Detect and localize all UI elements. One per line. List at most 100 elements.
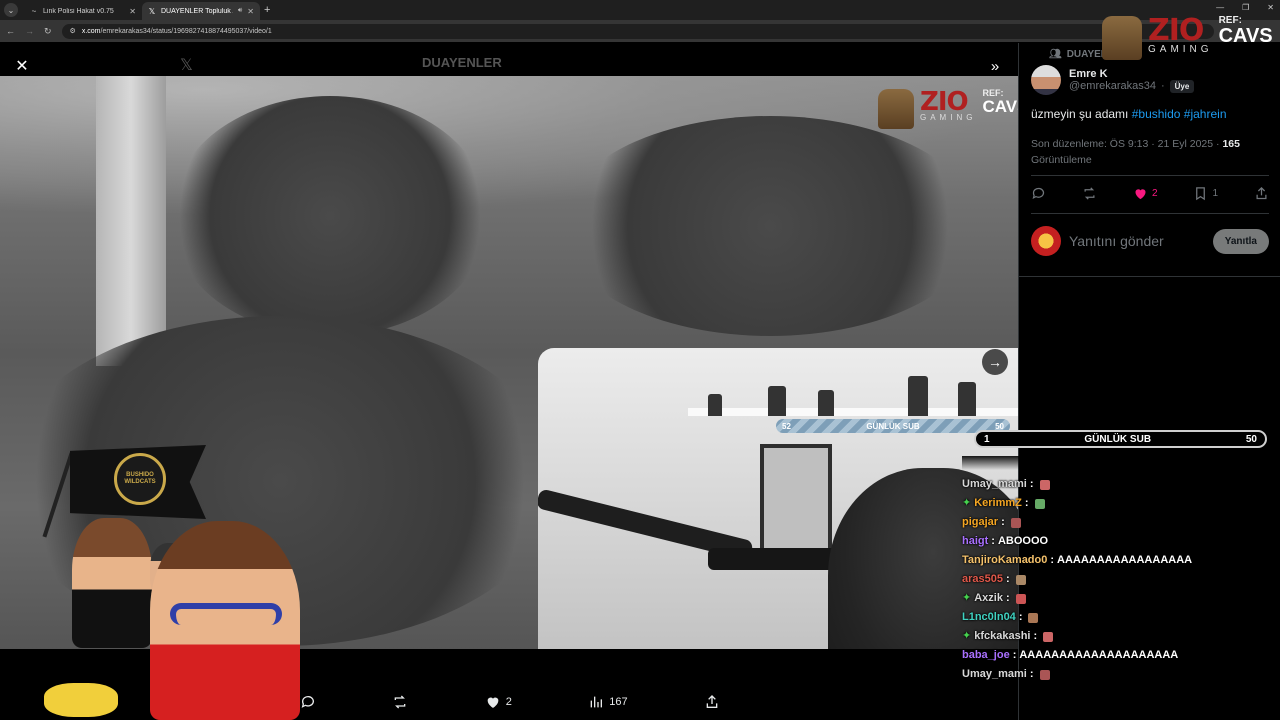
chat-username: TanjiroKamado0	[962, 554, 1048, 566]
chevron-double-right-icon: »	[990, 57, 1000, 75]
edited-label[interactable]: Son düzenleme: ÖS 9:13 · 21 Eyl 2025 ·	[1031, 138, 1222, 150]
chat-emote-icon	[1010, 517, 1021, 528]
reply-icon	[301, 696, 314, 708]
like-button[interactable]: 2	[485, 694, 512, 710]
heart-icon	[1135, 189, 1146, 200]
chat-username: aras505	[962, 573, 1003, 585]
reload-icon[interactable]: ↻	[44, 26, 52, 37]
ref-box: REF: CAVS	[982, 89, 1018, 116]
shelf	[688, 376, 1018, 416]
forward-icon[interactable]: →	[25, 26, 34, 36]
screen: ⌄ ~ Link Polisi Hakat v0.75 ✕ 𝕏 DUAYENLE…	[0, 0, 1280, 720]
chat-message: Umay_mami:	[962, 475, 1280, 494]
site-info-icon[interactable]: ⚙	[70, 27, 76, 35]
chat-username: kfckakashi	[974, 630, 1031, 642]
headset	[170, 603, 282, 625]
author-name[interactable]: Emre K	[1069, 68, 1194, 80]
like-count: 2	[1151, 188, 1158, 199]
media-actions: 2 167	[300, 687, 720, 717]
chat-message: aras505:	[962, 570, 1280, 589]
chat-colon: :	[1005, 592, 1010, 604]
views-label: Görüntüleme	[1031, 154, 1092, 166]
hashtag-link[interactable]: #bushido	[1132, 107, 1181, 121]
close-window-icon[interactable]: ✕	[1267, 3, 1274, 12]
cartoon-avatar	[72, 518, 152, 648]
maximize-icon[interactable]: ❐	[1242, 3, 1249, 12]
chat-message: TanjiroKamado0: AAAAAAAAAAAAAAAAA	[962, 551, 1280, 570]
chat-username: Umay_mami	[962, 668, 1027, 680]
divider	[1019, 276, 1280, 277]
tab-2[interactable]: 𝕏 DUAYENLER Topluluk / X 🔊︎ ✕	[142, 2, 260, 20]
chat-emote-icon	[1039, 479, 1050, 490]
repost-button[interactable]	[392, 694, 408, 710]
views-count: 165	[1222, 138, 1240, 150]
new-tab-button[interactable]: +	[264, 4, 270, 16]
reply-button[interactable]	[1031, 186, 1046, 201]
chat-emote-icon	[1015, 574, 1026, 585]
close-media-button[interactable]: ✕	[8, 52, 36, 80]
close-tab-icon[interactable]: ✕	[247, 7, 254, 16]
expand-panel-button[interactable]: »	[981, 52, 1009, 80]
share-button[interactable]	[1254, 186, 1269, 201]
logo-brand: ZIO	[920, 87, 969, 117]
bookmark-count: 1	[1212, 188, 1219, 199]
chat-message: ✦ KerimmZ:	[962, 494, 1280, 513]
hashtag-link[interactable]: #jahrein	[1184, 107, 1227, 121]
chat-colon: :	[1029, 668, 1034, 680]
reply-icon	[1032, 187, 1045, 200]
speaker-icon[interactable]: 🔊︎	[238, 7, 242, 15]
chat-text: AAAAAAAAAAAAAAAAAAAA	[1019, 649, 1179, 661]
sparkle-badge-icon: ✦	[962, 592, 972, 604]
sub-left: 1	[984, 433, 990, 445]
views-button[interactable]: 167	[588, 694, 628, 710]
url-path: /emrekarakas34/status/196982741887449503…	[100, 27, 272, 35]
webcam-feed	[538, 348, 1018, 692]
chat-message: L1nc0ln04:	[962, 608, 1280, 627]
minimize-icon[interactable]: —	[1216, 3, 1224, 12]
bookmark-button[interactable]: 1	[1193, 186, 1218, 201]
stream-logo-top: ZIO GAMING REF: CAVS	[1102, 16, 1273, 60]
tweet-body: üzmeyin şu adamı	[1031, 107, 1129, 121]
chat-message: baba_joe: AAAAAAAAAAAAAAAAAAAA	[962, 646, 1280, 665]
bush-foliage	[560, 116, 980, 336]
arrow-right-icon: →	[988, 354, 1002, 370]
ref-code: CAVS	[1218, 25, 1273, 47]
chat-colon: :	[1018, 611, 1023, 623]
logo-brand: ZIO	[1148, 13, 1204, 48]
ref-code: CAVS	[982, 97, 1018, 116]
author-row: Emre K @emrekarakas34 · Üye	[1031, 65, 1195, 95]
tweet-meta: Son düzenleme: ÖS 9:13 · 21 Eyl 2025 · 1…	[1031, 136, 1271, 168]
reply-button[interactable]	[300, 694, 316, 710]
next-media-button[interactable]: →	[982, 349, 1008, 375]
chat-emote-icon	[1028, 612, 1039, 623]
heart-icon	[487, 697, 499, 708]
author-handle[interactable]: @emrekarakas34	[1069, 80, 1156, 92]
chat-text: ABOOOO	[997, 535, 1049, 547]
sub-left: 52	[782, 421, 791, 431]
back-icon[interactable]: ←	[6, 26, 15, 36]
tree-foliage	[170, 96, 490, 336]
tab-1[interactable]: ~ Link Polisi Hakat v0.75 ✕	[24, 2, 142, 20]
avatar[interactable]	[1031, 65, 1061, 95]
reply-input[interactable]: Yanıtını gönder	[1069, 233, 1205, 249]
share-button[interactable]	[704, 694, 720, 710]
microphone	[708, 548, 848, 570]
close-tab-icon[interactable]: ✕	[129, 7, 136, 16]
figurine	[958, 382, 976, 416]
chat-fade	[962, 456, 1280, 470]
tab-search-button[interactable]: ⌄	[4, 3, 18, 17]
reply-submit-button[interactable]: Yanıtla	[1212, 228, 1269, 254]
chat-username: KerimmZ	[974, 497, 1022, 509]
community-label[interactable]: 👥︎ DUAYEN	[1049, 49, 1108, 60]
chevron-down-icon: ⌄	[7, 5, 15, 15]
window-controls: — ❐ ✕	[1216, 3, 1274, 12]
chat-message: haigt: ABOOOO	[962, 532, 1280, 551]
repost-button[interactable]	[1082, 186, 1097, 201]
url-field[interactable]: ⚙ x.com/emrekarakas34/status/19698274188…	[61, 23, 1214, 39]
x-logo-icon: 𝕏	[180, 57, 193, 74]
daily-sub-bar-small: 52 GÜNLÜK SUB 50	[776, 419, 1010, 433]
tweet-actions: 2 1	[1031, 186, 1269, 201]
logo-sub: GAMING	[920, 113, 977, 122]
like-button[interactable]: 2	[1133, 186, 1158, 201]
sub-right: 50	[1245, 433, 1257, 445]
